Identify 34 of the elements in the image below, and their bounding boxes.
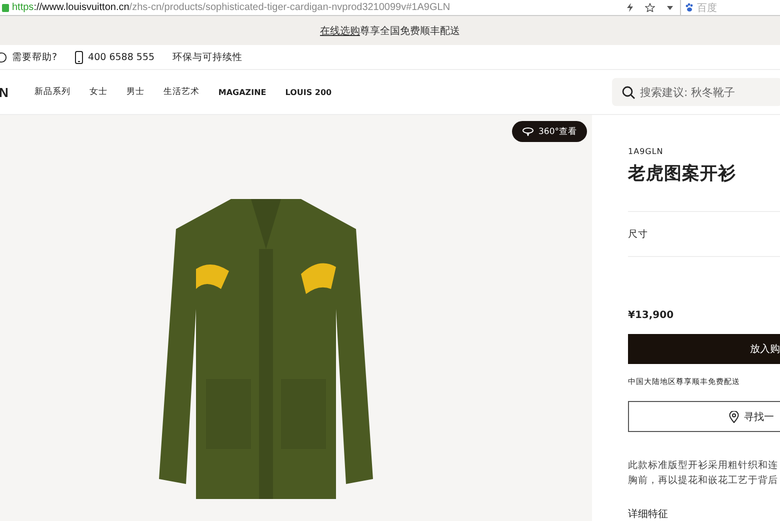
nav-link[interactable]: 男士	[126, 86, 144, 98]
view-360-button[interactable]: 360°查看	[512, 121, 587, 142]
product-code: 1A9GLN	[628, 147, 664, 156]
phone-link[interactable]: 400 6588 555	[75, 50, 155, 64]
add-to-cart-button[interactable]: 放入购	[628, 334, 780, 364]
description-line: 胸前，再以提花和嵌花工艺于背后	[628, 474, 779, 488]
location-pin-icon	[729, 410, 739, 422]
url-text: https://www.louisvuitton.cn/zhs-cn/products/sophisticated-tiger-cardigan-nvprod3210099v#1A9GLN	[12, 2, 450, 13]
nav-link[interactable]: 新品系列	[34, 86, 70, 98]
product-price: ¥13,900	[628, 310, 675, 321]
nav-link[interactable]: 生活艺术	[163, 86, 200, 98]
rotate-icon	[522, 127, 534, 136]
sustainability-link[interactable]: 环保与可持续性	[172, 50, 243, 64]
logo[interactable]: N	[0, 84, 8, 100]
find-store-button[interactable]: 寻找一	[628, 401, 780, 432]
dropdown-icon[interactable]	[667, 6, 673, 10]
phone-icon	[75, 50, 84, 64]
help-link[interactable]: 需要帮助?	[0, 50, 58, 64]
size-selector[interactable]: 尺寸	[628, 211, 780, 257]
lock-icon	[2, 4, 9, 12]
nav-link[interactable]: MAGAZINE	[218, 88, 266, 96]
details-heading[interactable]: 详细特征	[628, 507, 780, 521]
nav-link[interactable]: LOUIS 200	[285, 88, 332, 96]
paw-icon	[685, 3, 694, 12]
star-icon[interactable]	[645, 3, 655, 12]
promo-text: 尊享全国免费顺丰配送	[360, 24, 460, 38]
search-field[interactable]: 搜索建议: 秋冬靴子	[612, 78, 780, 106]
address-bar[interactable]: https://www.louisvuitton.cn/zhs-cn/products/sophisticated-tiger-cardigan-nvprod3210099v#1A9GLN	[0, 2, 620, 13]
lightning-icon[interactable]	[627, 3, 633, 12]
shop-online-link[interactable]: 在线选购	[320, 24, 360, 38]
search-engine-name: 百度	[697, 2, 717, 14]
nav-link[interactable]: 女士	[89, 86, 108, 98]
product-title: 老虎图案开衫	[628, 162, 737, 185]
description-line: 此款标准版型开衫采用粗针织和连	[628, 459, 779, 473]
